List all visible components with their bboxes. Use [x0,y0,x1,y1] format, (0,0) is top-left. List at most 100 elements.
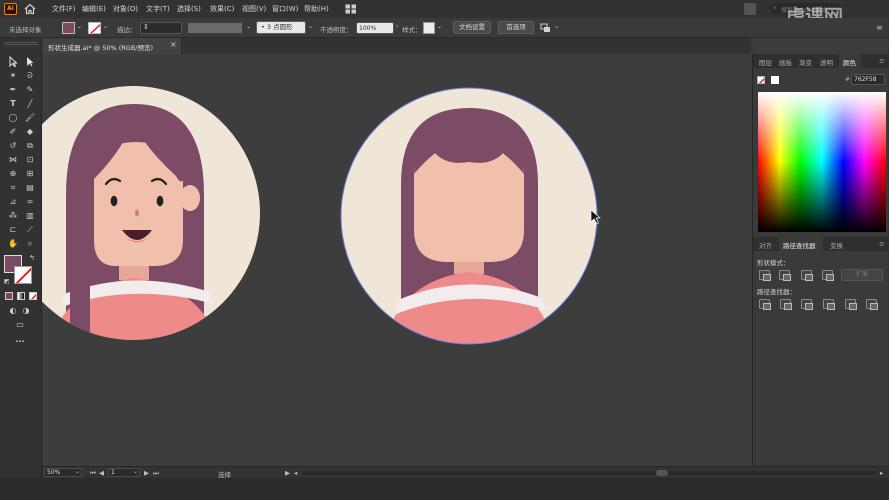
document-tab[interactable]: 形状生成器.ai* @ 50% (RGB/预览) × [42,38,182,54]
zoom-select[interactable]: 50% ⌄ [44,468,82,477]
white-color-icon[interactable] [771,76,779,84]
more-tools-icon[interactable]: ··· [14,336,26,347]
swap-colors-icon[interactable]: ↰ [29,254,35,262]
tab-transparency[interactable]: 透明 [820,57,833,67]
prev-artboard-icon[interactable]: ◀ [99,469,104,477]
arrange-icon[interactable] [540,23,552,33]
shape-builder-icon[interactable]: ⊕ [7,168,19,179]
preferences-button[interactable]: 首选项 [498,21,534,34]
menu-view[interactable]: 视图(V) [242,4,266,14]
outline-icon[interactable] [845,299,857,310]
stroke-dropdown-icon[interactable]: ⌄ [103,23,108,30]
avatar-complete[interactable] [42,86,260,374]
direct-selection-tool-icon[interactable] [24,56,36,67]
trim-icon[interactable] [780,299,792,310]
intersect-icon[interactable] [801,270,813,281]
control-bar-menu-icon[interactable]: ≡ [876,22,884,34]
menu-effect[interactable]: 效果(C) [210,4,234,14]
tab-pathfinder[interactable]: 路径查找器 [783,240,816,250]
close-icon[interactable]: × [170,40,177,49]
draw-behind-icon[interactable]: ◑ [20,305,32,316]
menu-edit[interactable]: 编辑(E) [82,4,106,14]
panel-menu-icon[interactable]: ≡ [879,57,884,65]
blend-tool-icon[interactable]: ∞ [24,196,36,207]
workspace-switcher-icon[interactable] [345,4,357,14]
stepper-icon[interactable]: ⇕ [143,23,149,31]
stroke-color-swatch[interactable] [14,266,32,284]
tab-artboards[interactable]: 画板 [779,57,792,67]
avatar-in-progress[interactable] [340,87,598,384]
color-spectrum[interactable] [758,92,886,232]
artboard-select[interactable]: 1 ⌄ [108,468,140,477]
mesh-tool-icon[interactable]: ⌗ [7,182,19,193]
fill-swatch[interactable] [62,22,75,34]
document-setup-button[interactable]: 文档设置 [453,21,491,34]
magic-wand-icon[interactable]: ✶ [7,70,19,81]
gradient-tool-icon[interactable]: ▤ [24,182,36,193]
paintbrush-icon[interactable]: 🖌 [24,112,36,123]
perspective-grid-icon[interactable]: ⊞ [24,168,36,179]
tab-layers[interactable]: 图层 [759,57,772,67]
screen-mode-icon[interactable]: ▭ [14,319,26,330]
expand-button[interactable]: 扩展 [841,269,883,281]
gradient-mode-icon[interactable] [17,292,25,300]
horizontal-scrollbar[interactable] [302,470,877,476]
status-arrow-icon[interactable]: ▶ [285,469,290,477]
none-mode-icon[interactable] [29,292,37,300]
lasso-icon[interactable]: ᘐ [24,70,36,81]
eyedropper-icon[interactable]: ⊿ [7,196,19,207]
menu-window[interactable]: 窗口(W) [272,4,298,14]
draw-mode-icon[interactable]: ◐ [7,305,19,316]
first-artboard-icon[interactable]: ⏮ [90,469,96,478]
opacity-arrow-icon[interactable]: › [396,23,398,30]
arrange-dropdown-icon[interactable]: ⌄ [554,23,559,30]
tab-transform[interactable]: 变换 [830,240,843,250]
zoom-tool-icon[interactable]: ⌕ [24,238,36,249]
canvas[interactable] [42,54,751,466]
pathfinder-menu-icon[interactable]: ≡ [879,240,884,248]
scrollbar-thumb[interactable] [656,470,668,476]
rotate-tool-icon[interactable]: ↺ [7,140,19,151]
divide-icon[interactable] [759,299,771,310]
stroke-weight-field[interactable]: ⇕ [140,22,182,34]
artboard-tool-icon[interactable]: ⊏ [7,224,19,235]
menu-file[interactable]: 文件(F) [52,4,76,14]
scale-tool-icon[interactable]: ⧉ [24,140,36,151]
minus-front-icon[interactable] [779,270,791,281]
scroll-left-icon[interactable]: ◂ [294,469,297,477]
shaper-tool-icon[interactable]: ✐ [7,126,19,137]
hex-field[interactable]: 762F58 [851,74,885,85]
exclude-icon[interactable] [822,270,834,281]
opacity-field[interactable]: 100% [356,22,394,34]
column-graph-icon[interactable]: ▥ [24,210,36,221]
brush-dropdown-icon[interactable]: ⌄ [308,23,313,30]
arrange-documents-icon[interactable] [744,3,756,15]
style-dropdown-icon[interactable]: ⌄ [437,23,442,30]
slice-tool-icon[interactable]: ⟋ [24,224,36,235]
menu-object[interactable]: 对象(O) [113,4,138,14]
symbol-sprayer-icon[interactable]: ⁂ [7,210,19,221]
hand-tool-icon[interactable]: ✋ [7,238,19,249]
unite-icon[interactable] [759,270,771,281]
home-icon[interactable] [24,3,36,15]
stroke-swatch[interactable] [88,22,101,34]
color-mode-icon[interactable] [5,292,13,300]
menu-select[interactable]: 选择(S) [177,4,201,14]
tab-color[interactable]: 颜色 [843,57,856,67]
tab-align[interactable]: 对齐 [759,240,772,250]
profile-dropdown-icon[interactable]: ⌄ [246,23,251,30]
graphic-style-swatch[interactable] [423,22,435,34]
variable-width-profile[interactable] [188,23,242,33]
width-tool-icon[interactable]: ⋈ [7,154,19,165]
scroll-right-icon[interactable]: ▸ [880,469,883,477]
free-transform-icon[interactable]: ⊡ [24,154,36,165]
default-colors-icon[interactable]: ◩ [4,278,10,285]
next-artboard-icon[interactable]: ▶ [144,469,149,477]
none-color-icon[interactable] [757,76,765,84]
minus-back-icon[interactable] [866,299,878,310]
merge-icon[interactable] [801,299,813,310]
curvature-tool-icon[interactable]: ✎ [24,84,36,95]
selection-tool-icon[interactable] [7,56,19,67]
menu-help[interactable]: 帮助(H) [304,4,329,14]
fill-dropdown-icon[interactable]: ⌄ [77,23,82,30]
